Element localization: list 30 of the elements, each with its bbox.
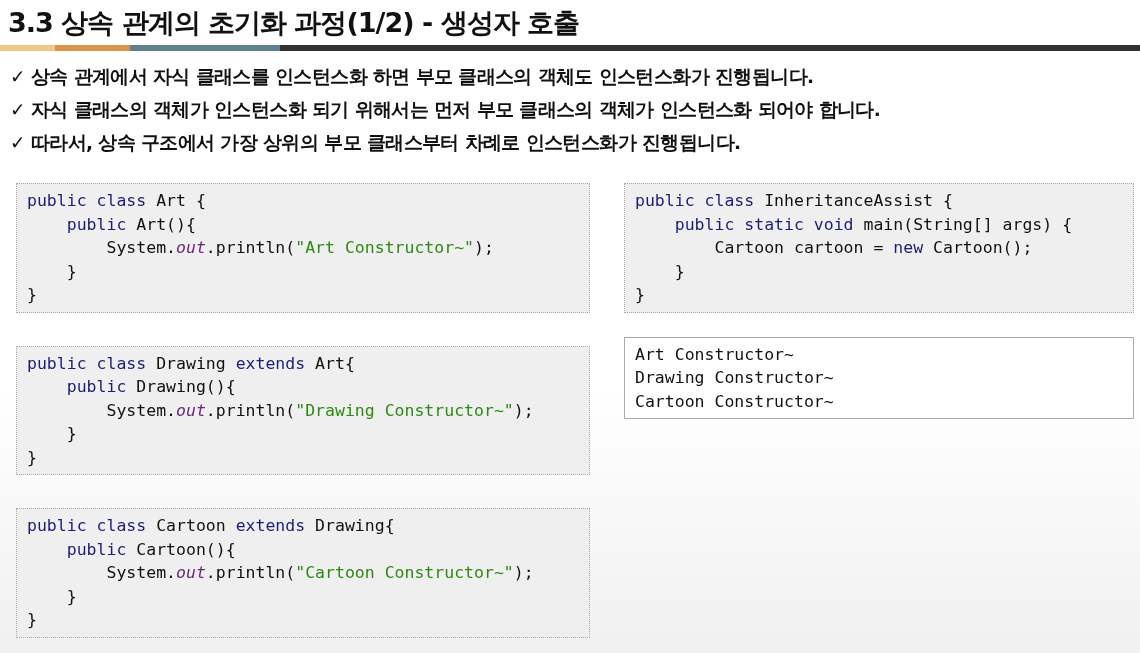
code-line: System.out.println("Drawing Constructor~"); xyxy=(105,399,535,422)
check-mark: ✓ xyxy=(10,131,25,155)
bullet-text: 상속 관계에서 자식 클래스를 인스턴스화 하면 부모 클래스의 객체도 인스턴스화가 진행됩니다. xyxy=(30,65,814,89)
check-mark: ✓ xyxy=(10,65,25,89)
code-line: public Art(){ xyxy=(65,213,197,236)
code-line: } xyxy=(27,609,38,631)
code-line: System.out.println("Art Constructor~"); xyxy=(105,237,495,259)
code-line: public class Cartoon extends Drawing{ xyxy=(27,515,396,537)
code-line: Cartoon cartoon = new Cartoon(); xyxy=(713,237,1034,259)
code-line: public Cartoon(){ xyxy=(65,538,237,561)
check-mark: ✓ xyxy=(10,98,25,122)
output-line: Cartoon Constructor~ xyxy=(635,390,835,413)
bullet-text: 자식 클래스의 객체가 인스턴스화 되기 위해서는 먼저 부모 클래스의 객체가 인스턴스화 되어야 합니다. xyxy=(30,98,881,122)
code-line: } xyxy=(65,585,78,608)
code-line: public static void main(String[] args) { xyxy=(673,213,1074,236)
code-line: } xyxy=(65,260,78,283)
code-line: public Drawing(){ xyxy=(65,376,237,398)
code-line: public class Art { xyxy=(27,190,207,212)
code-line: } xyxy=(65,423,78,445)
output-line: Drawing Constructor~ xyxy=(635,367,835,389)
slide-title: 3.3 상속 관계의 초기화 과정(1/2) - 생성자 호출 xyxy=(7,6,580,40)
code-line: } xyxy=(673,260,686,283)
code-line: } xyxy=(27,284,38,306)
bullet-text: 따라서, 상속 구조에서 가장 상위의 부모 클래스부터 차례로 인스턴스화가 진행됩니다. xyxy=(30,131,741,155)
code-line: System.out.println("Cartoon Constructor~"); xyxy=(105,562,535,584)
output-line: Art Constructor~ xyxy=(635,343,795,366)
code-line: public class InheritanceAssist { xyxy=(635,190,954,212)
code-line: } xyxy=(27,446,38,469)
code-line: } xyxy=(635,284,646,306)
code-line: public class Drawing extends Art{ xyxy=(27,352,356,375)
